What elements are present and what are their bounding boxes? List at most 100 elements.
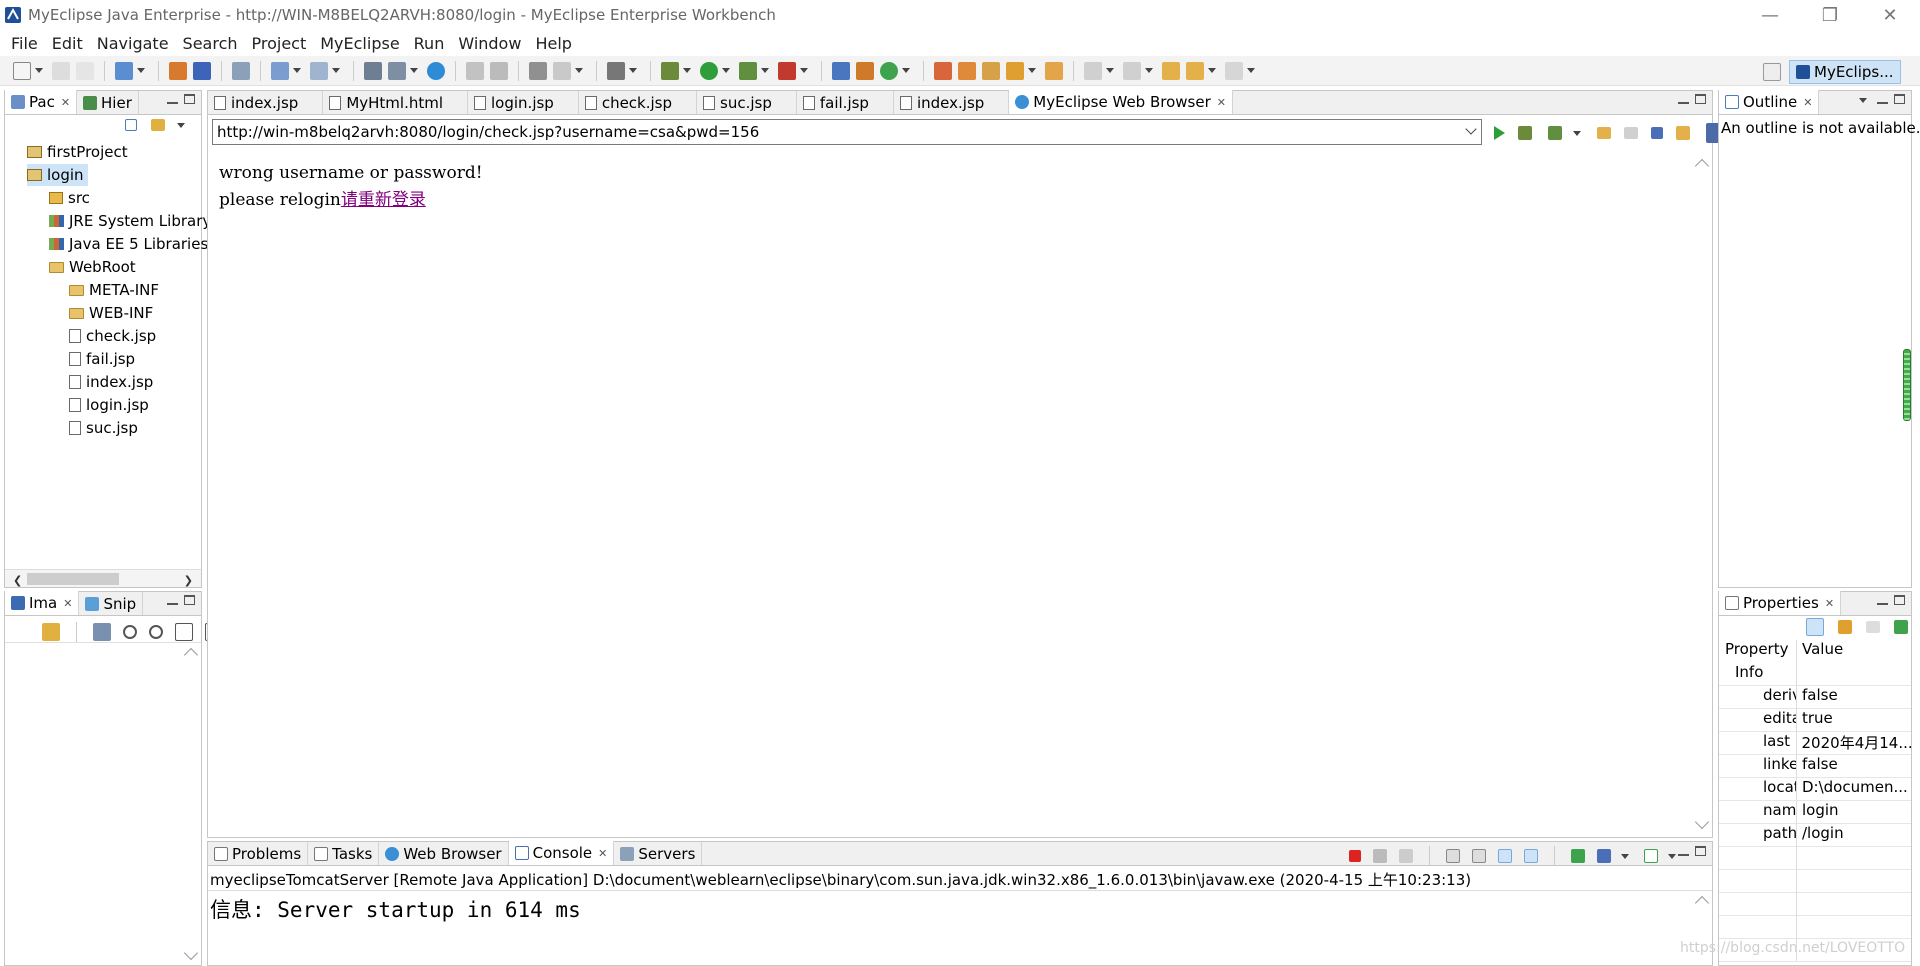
chevron-down-icon[interactable] bbox=[1145, 68, 1153, 73]
tab-login-jsp[interactable]: login.jsp bbox=[468, 91, 579, 114]
back-arrow-icon[interactable] bbox=[1186, 61, 1204, 80]
scroll-down-icon[interactable] bbox=[183, 945, 199, 961]
tab-properties[interactable]: Properties ✕ bbox=[1719, 591, 1842, 615]
chevron-down-icon[interactable] bbox=[722, 68, 730, 73]
external-tools-icon[interactable] bbox=[778, 61, 796, 80]
view-menu-icon[interactable] bbox=[177, 123, 185, 128]
chevron-down-icon[interactable] bbox=[1465, 123, 1477, 135]
property-row-editable[interactable]: editable true bbox=[1719, 709, 1911, 732]
show-stdout-icon[interactable] bbox=[1498, 849, 1512, 863]
chevron-down-icon[interactable] bbox=[1621, 853, 1629, 859]
menu-myeclipse[interactable]: MyEclipse bbox=[313, 34, 406, 53]
scrollbar-thumb[interactable] bbox=[27, 573, 119, 585]
close-icon[interactable]: ✕ bbox=[1803, 96, 1812, 109]
menu-window[interactable]: Window bbox=[451, 34, 528, 53]
chevron-down-icon[interactable] bbox=[575, 68, 583, 73]
camera-icon[interactable] bbox=[607, 61, 625, 80]
minimize-view-icon[interactable] bbox=[167, 595, 178, 605]
maximize-view-icon[interactable] bbox=[1894, 94, 1905, 104]
fit-image-icon[interactable] bbox=[93, 623, 111, 641]
open-perspective-icon[interactable] bbox=[1763, 63, 1781, 81]
server-icon[interactable] bbox=[232, 61, 250, 80]
forward-arrow-icon[interactable] bbox=[1624, 127, 1638, 139]
tree-item-index-jsp[interactable]: index.jsp bbox=[69, 371, 153, 393]
chevron-down-icon[interactable] bbox=[35, 68, 43, 73]
close-icon[interactable]: ✕ bbox=[1825, 597, 1834, 610]
tab-outline[interactable]: Outline ✕ bbox=[1719, 90, 1820, 114]
link-icon[interactable] bbox=[42, 623, 60, 641]
tree-item-login[interactable]: login bbox=[27, 164, 88, 186]
open-resource-icon[interactable] bbox=[388, 61, 406, 80]
service-explorer-icon[interactable] bbox=[310, 61, 328, 80]
chevron-down-icon[interactable] bbox=[1573, 130, 1581, 136]
debug-icon[interactable] bbox=[661, 61, 679, 80]
scroll-indicator[interactable] bbox=[1903, 349, 1911, 421]
scroll-right-icon[interactable]: ❯ bbox=[184, 574, 193, 587]
tab-check-jsp[interactable]: check.jsp bbox=[579, 91, 698, 114]
chevron-down-icon[interactable] bbox=[761, 68, 769, 73]
property-row-last-modified[interactable]: last modified2020年4月14... bbox=[1719, 732, 1911, 755]
actual-size-icon[interactable] bbox=[175, 623, 193, 641]
show-categories-icon[interactable] bbox=[1806, 618, 1824, 636]
pin-console-icon[interactable] bbox=[1571, 849, 1585, 863]
minimize-view-icon[interactable] bbox=[167, 94, 178, 104]
pencil-icon[interactable] bbox=[1006, 61, 1024, 80]
maximize-view-icon[interactable] bbox=[184, 595, 195, 605]
restore-default-icon[interactable] bbox=[1894, 620, 1908, 634]
chevron-down-icon[interactable] bbox=[683, 68, 691, 73]
display-console-icon[interactable] bbox=[1597, 849, 1611, 863]
new-class-icon[interactable] bbox=[880, 61, 898, 80]
menu-file[interactable]: File bbox=[4, 34, 45, 53]
chevron-down-icon[interactable] bbox=[332, 68, 340, 73]
chevron-down-icon[interactable] bbox=[1247, 68, 1255, 73]
menu-help[interactable]: Help bbox=[528, 34, 578, 53]
maximize-view-icon[interactable] bbox=[1894, 595, 1905, 605]
chevron-down-icon[interactable] bbox=[137, 68, 145, 73]
tree-item-login-jsp[interactable]: login.jsp bbox=[69, 394, 149, 416]
property-row-derived[interactable]: derived false bbox=[1719, 686, 1911, 709]
chevron-down-icon[interactable] bbox=[410, 68, 418, 73]
toggle-mark-icon[interactable] bbox=[1045, 61, 1063, 80]
annotation-icon[interactable] bbox=[982, 61, 1000, 80]
collapse-all-icon[interactable] bbox=[125, 119, 137, 131]
scroll-up-icon[interactable] bbox=[1694, 158, 1710, 174]
menu-search[interactable]: Search bbox=[176, 34, 245, 53]
print-icon[interactable] bbox=[76, 61, 94, 80]
new-icon[interactable] bbox=[13, 61, 31, 80]
property-row-location[interactable]: location D:\documen... bbox=[1719, 778, 1911, 801]
previous-annotation-icon[interactable] bbox=[1123, 61, 1141, 80]
filter-icon[interactable] bbox=[1866, 621, 1880, 633]
open-console-icon[interactable] bbox=[1644, 849, 1658, 863]
restore-button[interactable]: ❐ bbox=[1800, 0, 1860, 30]
perspective-myeclipse-button[interactable]: MyEclips... bbox=[1789, 60, 1901, 84]
tree-item-check-jsp[interactable]: check.jsp bbox=[69, 325, 156, 347]
maximize-view-icon[interactable] bbox=[184, 94, 195, 104]
chevron-down-icon[interactable] bbox=[902, 68, 910, 73]
close-icon[interactable]: ✕ bbox=[1217, 96, 1226, 109]
image-vscrollbar[interactable] bbox=[183, 644, 199, 964]
back-arrow-icon[interactable] bbox=[1597, 127, 1611, 139]
menu-navigate[interactable]: Navigate bbox=[90, 34, 176, 53]
go-icon[interactable] bbox=[1494, 126, 1505, 140]
scroll-down-icon[interactable] bbox=[1694, 814, 1710, 830]
remove-all-icon[interactable] bbox=[1399, 849, 1413, 863]
zoom-out-icon[interactable] bbox=[123, 625, 137, 639]
refresh-icon[interactable] bbox=[1676, 126, 1690, 140]
tab-web-browser-view[interactable]: Web Browser bbox=[379, 842, 509, 865]
clear-console-icon[interactable] bbox=[1446, 849, 1460, 863]
maximize-view-icon[interactable] bbox=[1695, 94, 1706, 104]
save-icon[interactable] bbox=[52, 61, 70, 80]
scroll-up-icon[interactable] bbox=[183, 647, 199, 663]
minimize-view-icon[interactable] bbox=[1678, 94, 1689, 104]
tree-item-webroot[interactable]: WebRoot bbox=[49, 256, 136, 278]
close-button[interactable]: ✕ bbox=[1860, 0, 1920, 30]
open-search-icon[interactable] bbox=[958, 61, 976, 80]
ejb-icon[interactable] bbox=[169, 61, 187, 80]
terminate-icon[interactable] bbox=[1349, 850, 1361, 862]
tree-item-jre-library[interactable]: JRE System Library bbox=[49, 210, 211, 232]
deploy-icon[interactable] bbox=[193, 61, 211, 80]
tree-item-suc-jsp[interactable]: suc.jsp bbox=[69, 417, 138, 439]
relogin-link[interactable]: 请重新登录 bbox=[341, 190, 426, 210]
show-advanced-icon[interactable] bbox=[1838, 620, 1852, 634]
chevron-down-icon[interactable] bbox=[1668, 853, 1676, 859]
